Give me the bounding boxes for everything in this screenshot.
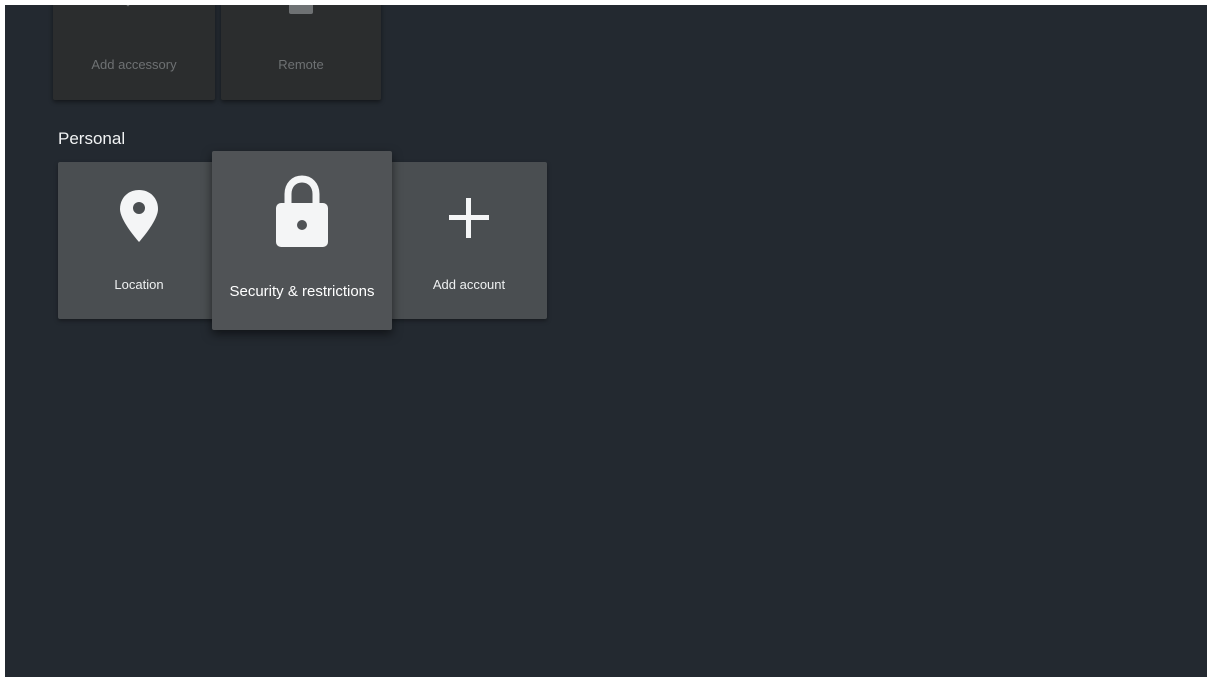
add-accessory-card[interactable]: Add accessory [53,5,215,100]
security-restrictions-card[interactable]: Security & restrictions [212,151,392,330]
plus-icon [447,196,491,245]
location-card[interactable]: Location [58,162,220,319]
section-title-personal: Personal [58,129,126,148]
location-pin-icon [119,188,159,249]
remote-card[interactable]: Remote [221,5,381,100]
remote-icon [288,5,314,20]
remote-label: Remote [278,57,324,72]
bluetooth-icon [114,5,154,18]
security-restrictions-label: Security & restrictions [229,283,375,300]
lock-icon [274,175,330,254]
location-label: Location [114,277,164,292]
add-account-card[interactable]: Add account [391,162,547,319]
add-account-label: Add account [432,277,506,292]
settings-screen: Add accessory Remote Personal Location A… [5,5,1207,677]
add-accessory-label: Add accessory [91,57,177,72]
